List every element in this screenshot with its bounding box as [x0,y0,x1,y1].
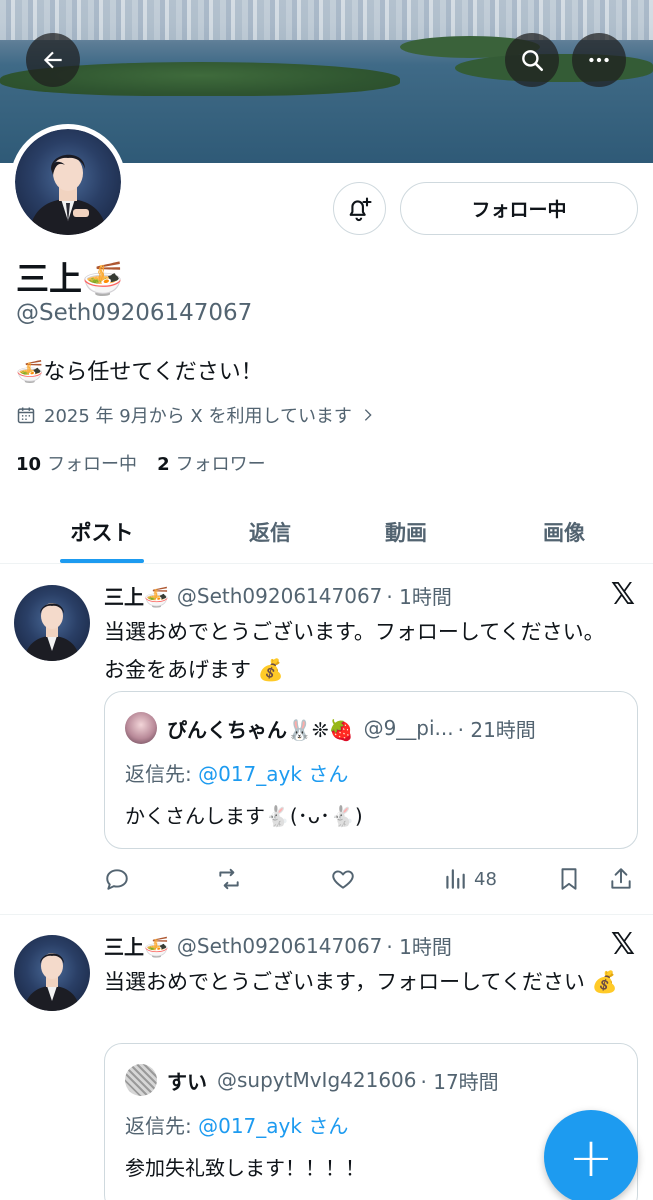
quote-header: すい @supytMvIg421606 · 17時間 [125,1064,499,1096]
person-illustration [24,953,80,1011]
post-text: 当選おめでとうございます。フォローしてください。お金をあげます 💰 [104,620,605,682]
join-date[interactable]: 2025 年 9月から X を利用しています [16,402,376,428]
reply-to-mention[interactable]: @017_ayk さん [198,1114,348,1138]
reply-to-mention[interactable]: @017_ayk さん [198,762,348,786]
repost-icon [219,868,239,890]
post-avatar[interactable] [14,585,90,661]
post-handle[interactable]: @Seth09206147067 [177,934,383,958]
followers-count: 2 [157,454,170,475]
profile-handle: @Seth09206147067 [16,300,253,326]
x-logo-icon: 𝕏 [610,577,635,612]
reply-to: 返信先: @017_ayk さん [125,1110,348,1139]
like-button[interactable] [330,866,356,892]
heart-icon [332,870,354,889]
post-author[interactable]: 三上🍜 [104,931,169,960]
reply-icon [106,869,128,890]
x-logo-icon: 𝕏 [610,927,635,962]
tab-images[interactable]: 画像 [504,500,624,563]
share-button[interactable] [608,866,634,892]
person-illustration [29,154,107,235]
post-actions: 48 [104,861,634,897]
reply-to-prefix: 返信先: [125,762,199,786]
compose-post-button[interactable]: + [544,1110,638,1200]
quote-handle[interactable]: @supytMvIg421606 [217,1068,417,1092]
chevron-right-icon [364,409,372,421]
quote-time: · 21時間 [457,717,536,742]
quote-text: かくさんします🐇(･ᴗ･🐇) [125,804,363,828]
profile-avatar[interactable] [10,124,126,240]
views-icon [446,869,465,889]
profile-bio: 🍜なら任せてください！ [16,360,263,385]
join-date-text: 2025 年 9月から X を利用しています [44,406,352,427]
following-label: フォロー中 [47,454,138,475]
search-icon [522,50,544,72]
calendar-icon [17,407,35,424]
post-handle[interactable]: @Seth09206147067 [177,584,383,608]
post-time: · 1時間 [386,585,452,609]
person-illustration [24,603,80,661]
search-button[interactable] [505,33,559,87]
avatar-image [15,129,121,235]
following-button[interactable]: フォロー中 [400,182,638,235]
quote-avatar[interactable] [125,712,157,744]
post[interactable]: 三上🍜 @Seth09206147067 · 1時間 𝕏 当選おめでとうございま… [0,565,653,915]
back-button[interactable] [26,33,80,87]
tab-replies[interactable]: 返信 [210,500,330,563]
tab-videos[interactable]: 動画 [346,500,466,563]
following-count: 10 [16,454,42,475]
bookmark-button[interactable] [556,866,582,892]
post-header: 三上🍜 @Seth09206147067 · 1時間 [104,931,452,960]
tab-posts[interactable]: ポスト [40,500,164,563]
views-button[interactable]: 48 [442,866,497,892]
reply-to-prefix: 返信先: [125,1114,199,1138]
reply-button[interactable] [104,866,130,892]
post-text: 当選おめでとうございます，フォローしてください 💰 [104,970,618,994]
quote-author[interactable]: ぴんくちゃん🐰❊🍓 [167,714,354,743]
reply-to: 返信先: @017_ayk さん [125,758,348,787]
quote-header: ぴんくちゃん🐰❊🍓 @9__pi... · 21時間 [125,712,536,744]
post-avatar[interactable] [14,935,90,1011]
views-count: 48 [474,868,497,890]
quote-time: · 17時間 [420,1069,499,1094]
quoted-post[interactable]: ぴんくちゃん🐰❊🍓 @9__pi... · 21時間 返信先: @017_ayk… [104,691,638,849]
active-tab-indicator [60,559,144,563]
profile-tabs: ポスト 返信 動画 画像 [0,500,653,564]
following-stat[interactable]: 10 フォロー中 [16,450,137,476]
followers-stat[interactable]: 2 フォロワー [157,450,266,476]
followers-label: フォロワー [175,454,266,475]
bell-plus-icon [349,196,372,221]
post-header: 三上🍜 @Seth09206147067 · 1時間 [104,581,452,610]
notification-bell-button[interactable] [333,182,386,235]
more-icon [589,57,609,63]
banner-skyline [0,0,653,40]
post-time: · 1時間 [386,935,452,959]
post-author[interactable]: 三上🍜 [104,581,169,610]
quote-text: 参加失礼致します！！！！ [125,1156,365,1180]
repost-button[interactable] [216,866,242,892]
quote-avatar[interactable] [125,1064,157,1096]
share-icon [611,868,631,889]
arrow-left-icon [43,51,62,69]
bookmark-icon [561,868,577,890]
more-button[interactable] [572,33,626,87]
follow-stats: 10 フォロー中 2 フォロワー [16,450,266,476]
profile-name: 三上🍜 [16,259,124,298]
quote-handle[interactable]: @9__pi... [364,716,454,740]
quote-author[interactable]: すい [167,1066,207,1095]
